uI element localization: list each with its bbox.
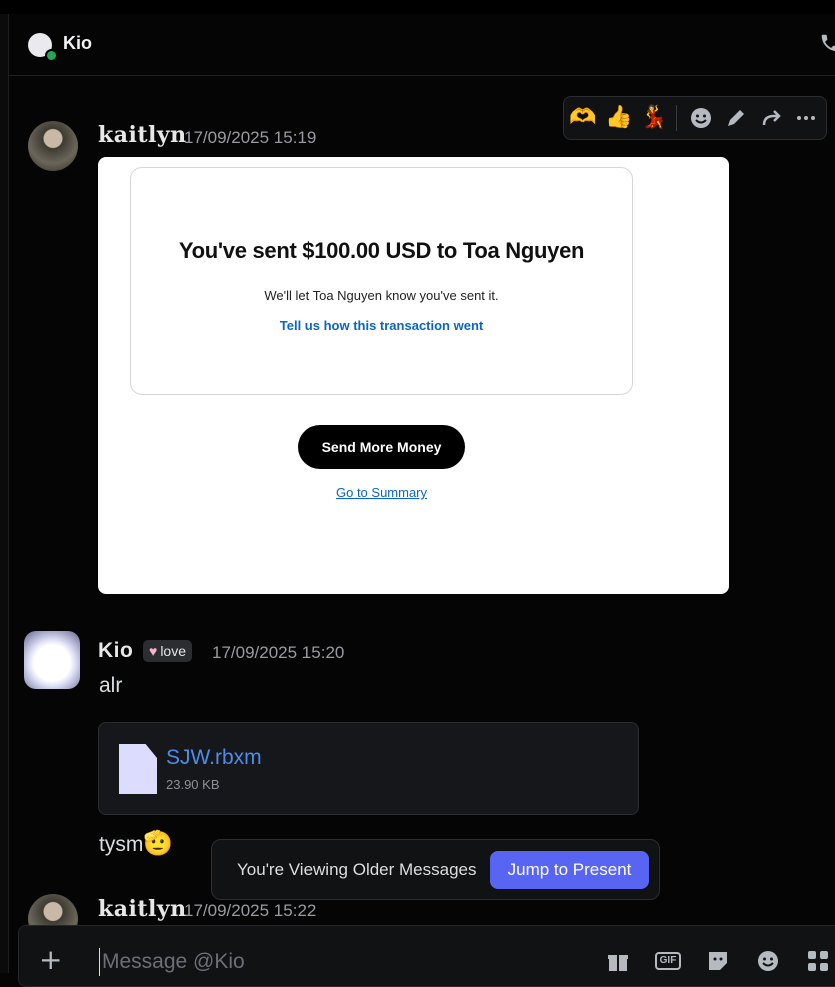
avatar[interactable] <box>24 631 80 689</box>
apps-icon[interactable] <box>805 948 831 974</box>
payment-title: You've sent $100.00 USD to Toa Nguyen <box>178 238 585 263</box>
payment-confirmation-box: You've sent $100.00 USD to Toa Nguyen We… <box>130 167 633 395</box>
role-badge[interactable]: ♥ love <box>143 640 192 662</box>
reaction-heart-hands[interactable]: 🫶 <box>568 103 598 133</box>
more-icon[interactable] <box>791 103 821 133</box>
feedback-link: Tell us how this transaction went <box>279 318 484 333</box>
plus-icon[interactable]: + <box>39 946 62 974</box>
message-action-toolbar: 🫶 👍 💃 <box>563 96 827 140</box>
file-size: 23.90 KB <box>166 777 220 792</box>
window-top-bar <box>0 0 835 15</box>
file-name-link[interactable]: SJW.rbxm <box>166 746 262 770</box>
file-attachment: SJW.rbxm 23.90 KB <box>98 722 639 815</box>
reply-icon[interactable] <box>756 103 786 133</box>
message-author[interactable]: kaitlyn <box>98 896 187 922</box>
send-more-money-button: Send More Money <box>298 425 465 469</box>
reaction-dancer[interactable]: 💃 <box>639 103 669 133</box>
saluting-face-icon: 🫡 <box>143 830 174 857</box>
message-text: alr <box>99 674 123 697</box>
toolbar-divider <box>676 105 677 131</box>
gif-icon[interactable]: GIF <box>655 952 681 970</box>
message-timestamp: 17/09/2025 15:19 <box>184 128 317 147</box>
payment-screenshot-image[interactable]: You've sent $100.00 USD to Toa Nguyen We… <box>98 157 729 594</box>
message-text: tysm🫡 <box>99 829 173 858</box>
summary-link: Go to Summary <box>335 485 428 500</box>
message-timestamp: 17/09/2025 15:20 <box>212 643 345 662</box>
avatar[interactable] <box>28 121 78 171</box>
online-status-icon <box>45 49 58 62</box>
badge-label: love <box>160 643 186 659</box>
file-icon <box>119 744 157 794</box>
message-author[interactable]: Kio <box>98 639 133 663</box>
gift-icon[interactable] <box>605 948 631 974</box>
message-timestamp: 17/09/2025 15:22 <box>184 901 317 920</box>
payment-subtitle: We'll let Toa Nguyen know you've sent it… <box>264 288 499 303</box>
reaction-thumbs-up[interactable]: 👍 <box>604 103 634 133</box>
dm-header: Kio <box>9 14 835 76</box>
sticker-icon[interactable] <box>705 948 731 974</box>
heart-icon: ♥ <box>149 643 158 659</box>
older-messages-text: You're Viewing Older Messages <box>237 860 477 879</box>
message-input[interactable] <box>99 948 584 976</box>
message-text-body: tysm <box>99 833 144 856</box>
call-icon[interactable] <box>819 32 835 54</box>
older-messages-banner: You're Viewing Older Messages Jump to Pr… <box>211 839 660 900</box>
emoji-icon[interactable] <box>755 948 781 974</box>
dm-name[interactable]: Kio <box>63 33 92 54</box>
message-composer: + GIF <box>18 925 835 987</box>
jump-to-present-button[interactable]: Jump to Present <box>490 851 649 889</box>
smile-icon[interactable] <box>686 103 716 133</box>
left-sidebar-edge <box>0 14 9 973</box>
message-author[interactable]: kaitlyn <box>98 122 187 148</box>
pencil-icon[interactable] <box>721 103 751 133</box>
